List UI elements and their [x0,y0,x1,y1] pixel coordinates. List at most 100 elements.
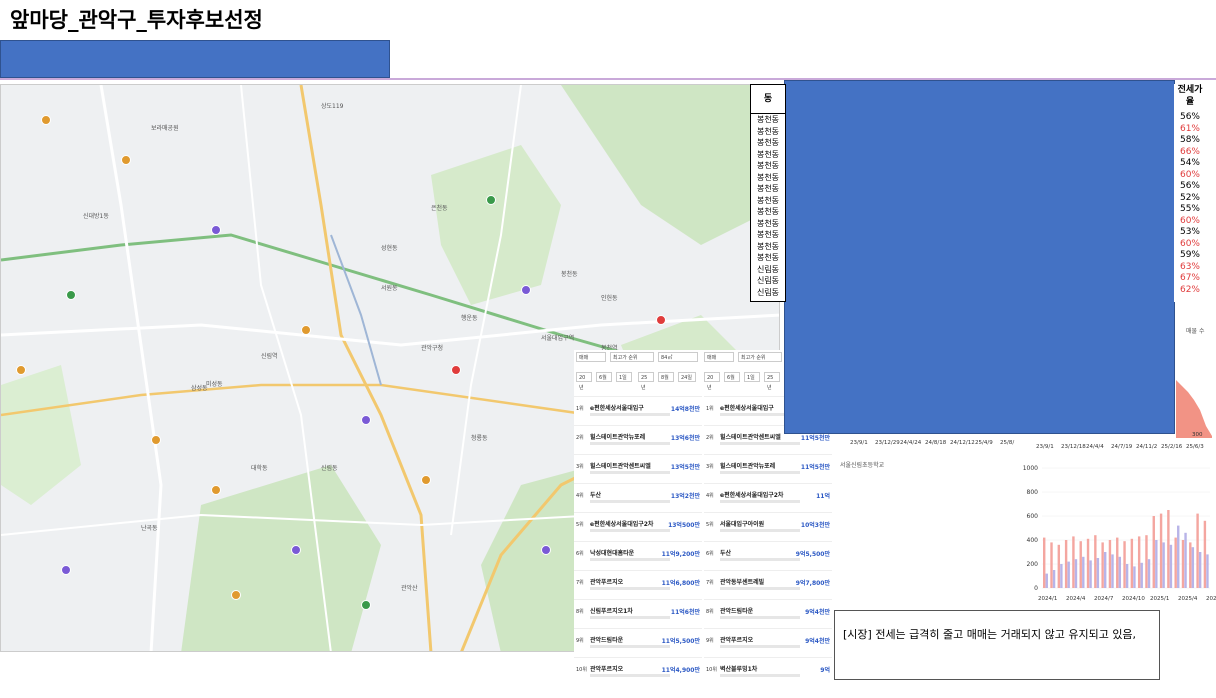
poi-marker[interactable] [211,485,221,495]
apartment-price: 10억3천만 [800,522,830,529]
apartment-price: 13억500만 [668,522,700,529]
poi-marker[interactable] [61,565,71,575]
apartment-price: 11억 [816,493,830,500]
date-select[interactable]: 20년 [576,372,592,391]
jeonse-rate-cell: 52% [1179,192,1200,203]
date-select[interactable]: 25년 [764,372,780,391]
map-label: 서원동 [381,285,398,292]
bar [1140,562,1143,588]
poi-marker[interactable] [121,155,131,165]
dong-cell: 봉천동 [756,115,780,124]
bar [1064,540,1068,588]
poi-marker[interactable] [291,545,301,555]
poi-marker[interactable] [451,365,461,375]
apartment-detail-line [590,645,670,648]
x-tick-label: 23/9/1 [1036,444,1054,450]
poi-marker[interactable] [211,225,221,235]
rank-number: 10위 [576,667,587,673]
poi-marker[interactable] [361,415,371,425]
y-tick-label: 1000 [1023,465,1038,472]
poi-marker[interactable] [421,475,431,485]
poi-marker[interactable] [541,545,551,555]
size-select[interactable]: 84㎡ [658,352,698,362]
x-tick-label: 24/7/19 [1111,444,1133,450]
dong-cell: 신림동 [756,264,780,274]
bar [1043,537,1046,588]
trade-type-select-2[interactable]: 매매 [704,352,734,362]
poi-marker[interactable] [16,365,26,375]
y-tick-label: 300 [1192,432,1203,438]
apartment-price: 9억4천만 [805,638,830,645]
map-label: 관악구청 [421,345,444,352]
bar [1057,544,1061,588]
poi-marker[interactable] [521,285,531,295]
sort-select[interactable]: 최고가 순위 [610,352,654,362]
apartment-name: 관악푸르지오 [590,666,624,673]
jeonse-rate-cell: 63% [1179,261,1200,272]
date-select[interactable]: 25년 [638,372,654,391]
apartment-detail-line [590,587,670,590]
rank-number: 6위 [576,551,584,557]
bar [1103,552,1107,588]
poi-marker[interactable] [41,115,51,125]
bar [1191,547,1195,588]
jeonse-rate-cell: 56% [1179,181,1200,191]
date-select[interactable]: 6월 [724,372,740,382]
poi-marker[interactable] [486,195,496,205]
bar [1082,556,1085,588]
bar [1196,513,1199,588]
poi-marker[interactable] [231,590,241,600]
map-label: 봉천동 [561,271,578,278]
bar [1086,538,1090,588]
apartment-detail-line [720,587,800,590]
apartment-name: 관악드림타운 [590,637,624,644]
trade-type-select[interactable]: 매매 [576,352,606,362]
dong-cell: 봉천동 [756,207,780,216]
apartment-price: 13억5천만 [670,464,700,471]
map-label: 보라매공원 [151,125,179,132]
rank-number: 9위 [576,638,584,644]
x-tick-label: 2025/1 [1150,596,1169,602]
bar [1155,540,1158,588]
ranking-row[interactable]: 10위 벽산블루밍1차 9억 [704,657,832,698]
apartment-price: 11억6천만 [670,609,700,616]
x-tick-label: 2025/7 [1206,596,1216,602]
poi-marker[interactable] [66,290,76,300]
map-label: 관악산 [401,585,418,592]
dong-cell: 봉천동 [756,126,780,136]
poi-marker[interactable] [656,315,666,325]
ranking-row[interactable]: 10위 관악푸르지오 11억4,900만 [574,657,702,698]
date-select[interactable]: 6월 [596,372,612,382]
bar [1045,573,1048,588]
map-label: 은천동 [431,205,448,212]
apartment-detail-line [590,558,670,561]
sort-select-2[interactable]: 최고가 순위 [738,352,782,362]
apartment-name: e편한세상서울대입구2차 [720,492,784,499]
date-select[interactable]: 8월 [658,372,674,382]
bar [1198,552,1202,588]
apartment-name: 벽산블루밍1차 [720,666,758,673]
bar [1159,513,1163,588]
bar [1130,538,1134,588]
x-tick-label: 25/4/9 [975,440,993,446]
bar [1060,564,1063,588]
dong-cell: 봉천동 [756,184,780,193]
x-tick-label: 24/4/24 [900,440,922,446]
date-select[interactable]: 1일 [744,372,760,382]
rank-number: 8위 [706,609,714,615]
x-tick-label: 25/6/3 [1186,444,1204,450]
poi-marker[interactable] [361,600,371,610]
poi-marker[interactable] [301,325,311,335]
date-select[interactable]: 24일 [678,372,696,382]
bar [1133,566,1136,588]
map-label: 신림동 [321,465,338,472]
poi-marker[interactable] [151,435,161,445]
dong-cell: 봉천동 [756,253,780,262]
apartment-price: 9억 [820,667,830,674]
rank-number: 6위 [706,551,714,557]
date-select[interactable]: 20년 [704,372,720,391]
bar [1203,520,1207,588]
bar [1108,540,1112,588]
date-select[interactable]: 1일 [616,372,632,382]
apartment-name: e편한세상서울대입구 [590,405,644,412]
